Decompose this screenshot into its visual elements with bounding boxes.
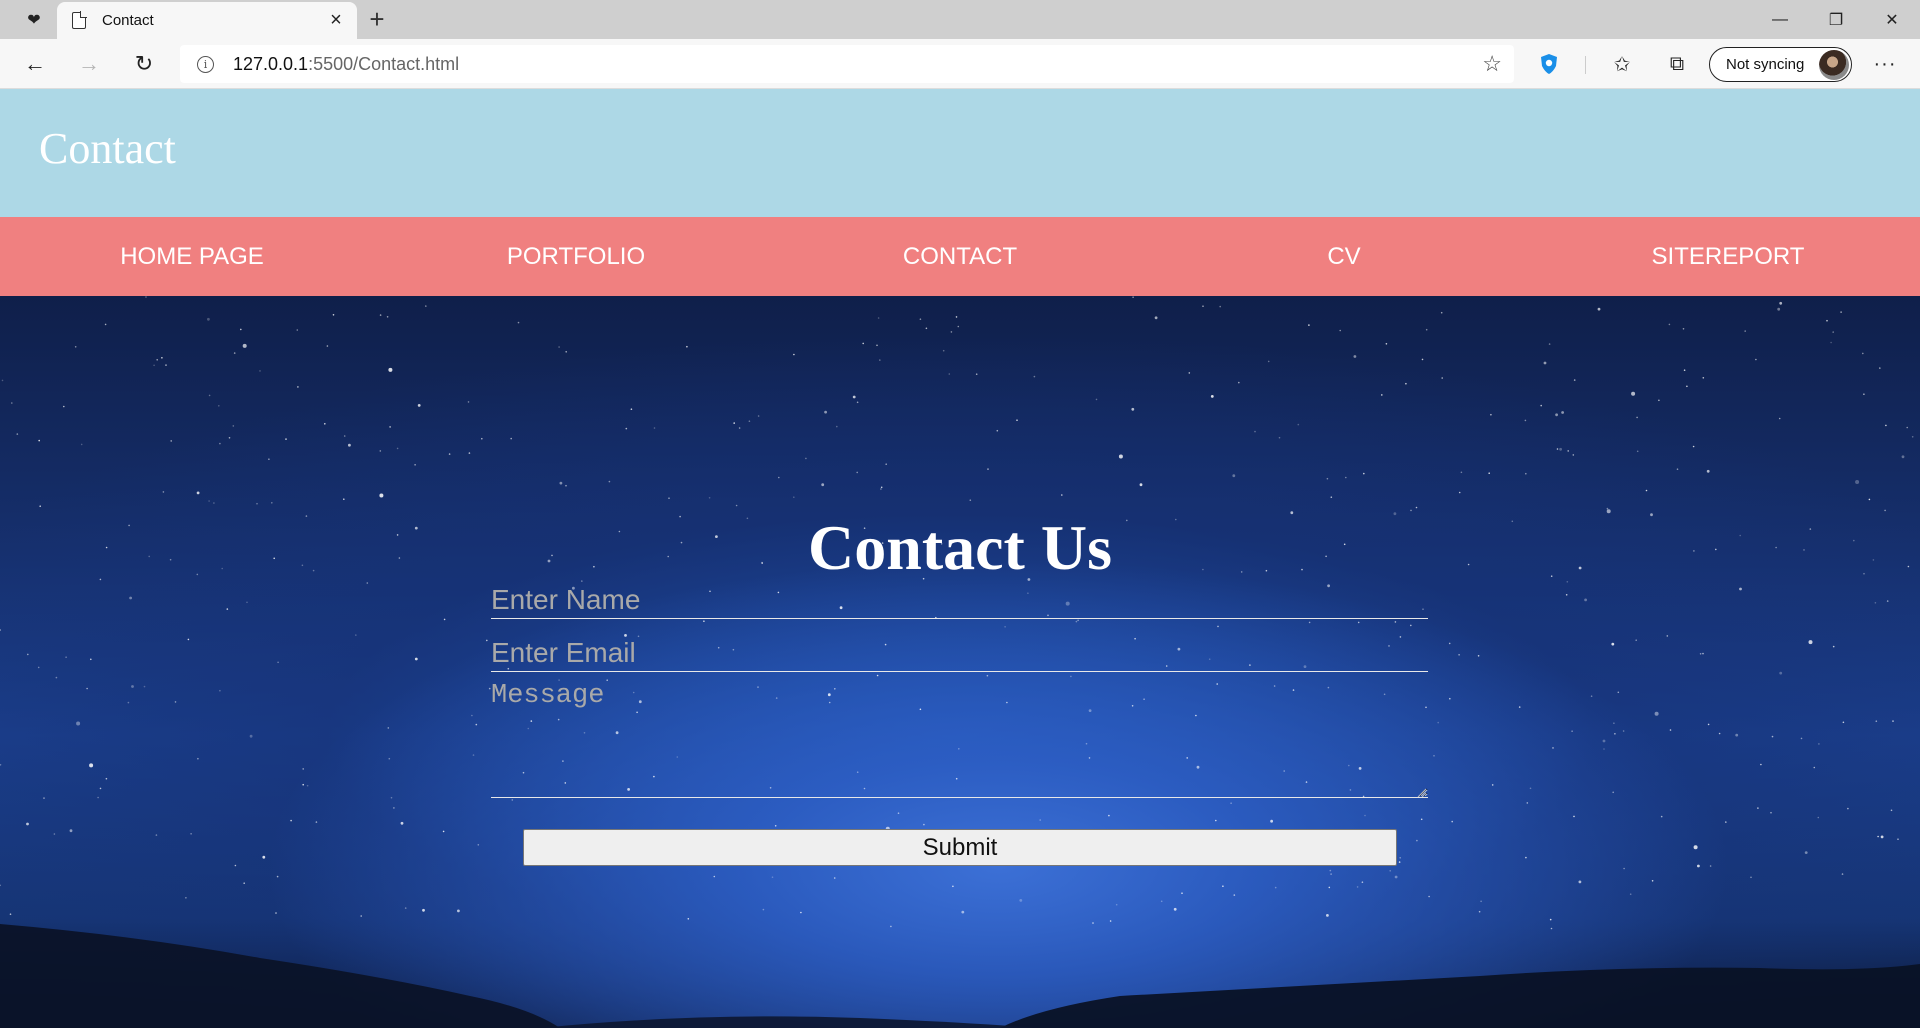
- favorites-icon[interactable]: ✩: [1605, 47, 1639, 81]
- contact-heading: Contact Us: [808, 512, 1112, 583]
- tab-actions-icon[interactable]: ❤: [14, 8, 54, 32]
- collections-icon[interactable]: ⧉: [1660, 47, 1694, 81]
- profile-sync-button[interactable]: Not syncing: [1709, 47, 1852, 82]
- nav-contact[interactable]: CONTACT: [768, 217, 1152, 296]
- refresh-button[interactable]: ↻: [127, 47, 161, 81]
- url-path: :5500/Contact.html: [308, 53, 460, 74]
- window-controls: — ❐ ✕: [1752, 0, 1920, 39]
- email-input[interactable]: [491, 634, 1428, 672]
- browser-tab[interactable]: Contact ×: [57, 2, 357, 39]
- message-textarea[interactable]: [491, 681, 1428, 798]
- address-bar[interactable]: i 127.0.0.1:5500/Contact.html ☆: [180, 45, 1514, 83]
- avatar: [1819, 49, 1849, 80]
- forward-button[interactable]: →: [72, 47, 106, 81]
- url-host: 127.0.0.1: [233, 53, 309, 74]
- nav-sitereport[interactable]: SITEREPORT: [1536, 217, 1920, 296]
- restore-button[interactable]: ❐: [1808, 0, 1864, 39]
- minimize-button[interactable]: —: [1752, 0, 1808, 39]
- sync-status-label: Not syncing: [1726, 56, 1805, 73]
- more-options-icon[interactable]: ···: [1868, 47, 1902, 81]
- close-window-button[interactable]: ✕: [1864, 0, 1920, 39]
- nav-portfolio[interactable]: PORTFOLIO: [384, 217, 768, 296]
- nav-cv[interactable]: CV: [1152, 217, 1536, 296]
- toolbar-separator: [1585, 56, 1586, 74]
- site-nav: HOME PAGE PORTFOLIO CONTACT CV SITEREPOR…: [0, 217, 1920, 296]
- page-icon: [72, 11, 87, 29]
- browser-tab-bar: ❤ Contact × + — ❐ ✕: [0, 0, 1920, 39]
- new-tab-button[interactable]: +: [362, 4, 392, 34]
- close-tab-icon[interactable]: ×: [321, 9, 351, 32]
- shield-extension-icon[interactable]: [1539, 53, 1559, 75]
- page-viewport: Contact HOME PAGE PORTFOLIO CONTACT CV S…: [0, 89, 1920, 1028]
- page-title: Contact: [39, 124, 176, 173]
- starry-sky-background: Contact Us Submit: [0, 296, 1920, 1028]
- textarea-resize-handle[interactable]: [1416, 787, 1426, 797]
- submit-button[interactable]: Submit: [523, 829, 1397, 866]
- nav-home-page[interactable]: HOME PAGE: [0, 217, 384, 296]
- favorite-star-icon[interactable]: ☆: [1482, 51, 1502, 77]
- back-button[interactable]: ←: [18, 47, 52, 81]
- name-input[interactable]: [491, 581, 1428, 619]
- tab-title: Contact: [102, 12, 154, 29]
- site-header: Contact: [0, 89, 1920, 217]
- site-info-icon[interactable]: i: [197, 55, 214, 73]
- browser-toolbar: ← → ↻ i 127.0.0.1:5500/Contact.html ☆ ✩ …: [0, 39, 1920, 89]
